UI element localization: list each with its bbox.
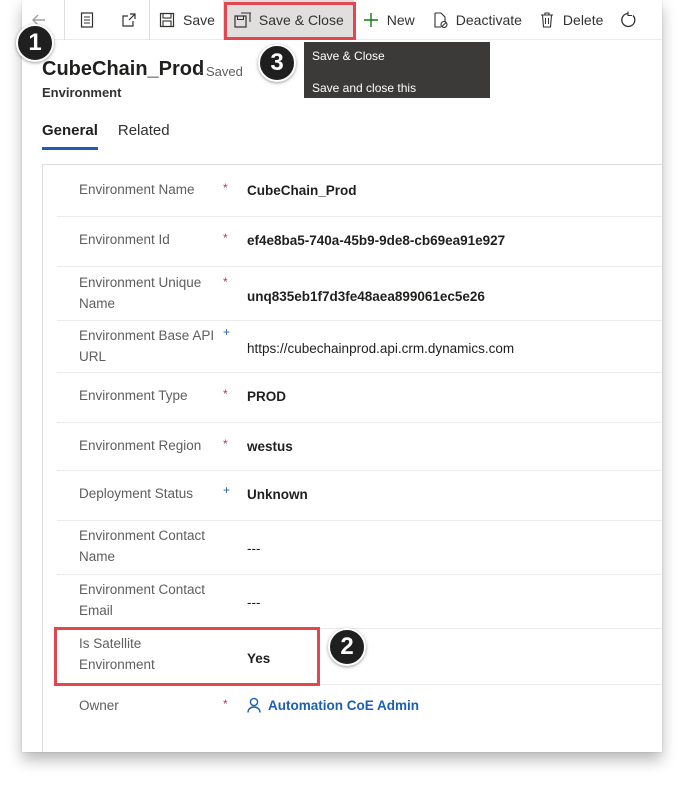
field-environment-type: Environment Type * PROD [57, 373, 662, 423]
tooltip-title: Save & Close [312, 49, 385, 63]
field-owner: Owner * Automation CoE Admin [57, 685, 662, 733]
open-new-window-button[interactable] [109, 0, 149, 40]
field-label: Environment Base API URL [79, 328, 215, 364]
satellite-field-highlight [54, 627, 320, 686]
callout-2: 2 [328, 628, 366, 666]
field-value[interactable]: CubeChain_Prod [247, 183, 357, 198]
field-value[interactable]: Unknown [247, 487, 308, 502]
callout-3: 3 [258, 44, 296, 82]
field-value[interactable]: ef4e8ba5-740a-45b9-9de8-cb69ea91e927 [247, 233, 505, 248]
save-close-tooltip: Save & Close Save and close this Environ… [304, 42, 490, 111]
tooltip-description: Save and close this Environment. [312, 81, 417, 111]
owner-name: Automation CoE Admin [268, 697, 419, 713]
field-environment-unique-name: Environment Unique Name * unq835eb1f7d3f… [57, 267, 662, 321]
field-value[interactable]: westus [247, 439, 293, 454]
form-view-button[interactable] [65, 0, 109, 40]
field-label: Environment Id [79, 232, 170, 247]
field-environment-id: Environment Id * ef4e8ba5-740a-45b9-9de8… [57, 217, 662, 267]
required-marker: * [223, 437, 228, 451]
deactivate-button[interactable]: Deactivate [423, 0, 530, 40]
required-marker: * [223, 697, 228, 711]
field-label: Environment Contact Email [79, 582, 206, 618]
record-window: Save Save & Close New Deactivate Delete [22, 0, 662, 752]
field-value[interactable]: unq835eb1f7d3fe48aea899061ec5e26 [247, 289, 485, 304]
record-title: CubeChain_Prod [42, 58, 205, 80]
save-icon [158, 11, 176, 29]
refresh-button[interactable] [611, 0, 645, 40]
delete-button[interactable]: Delete [530, 0, 611, 40]
required-marker: * [223, 181, 228, 195]
field-label: Environment Name [79, 182, 195, 197]
tab-general[interactable]: General [42, 122, 98, 150]
field-label: Environment Unique Name [79, 275, 202, 311]
saved-status: - Saved [198, 64, 243, 79]
save-label: Save [183, 11, 215, 28]
recommended-marker: + [223, 325, 231, 339]
refresh-icon [619, 11, 637, 29]
deactivate-label: Deactivate [455, 11, 522, 28]
field-value[interactable]: https://cubechainprod.api.crm.dynamics.c… [247, 341, 514, 356]
form-icon [78, 11, 96, 29]
field-environment-base-api-url: Environment Base API URL + https://cubec… [57, 321, 662, 373]
delete-label: Delete [562, 11, 604, 28]
tab-bar: General Related [42, 122, 190, 150]
person-icon [247, 697, 261, 713]
trash-icon [538, 11, 556, 29]
required-marker: * [223, 231, 228, 245]
plus-icon [362, 11, 380, 29]
field-value[interactable]: --- [247, 595, 261, 610]
field-label: Environment Region [79, 438, 202, 453]
field-label: Deployment Status [79, 486, 194, 501]
field-label: Environment Type [79, 388, 188, 403]
field-value[interactable]: PROD [247, 389, 286, 404]
new-label: New [386, 11, 415, 28]
field-environment-name: Environment Name * CubeChain_Prod [57, 165, 662, 217]
field-environment-region: Environment Region * westus [57, 423, 662, 471]
save-button[interactable]: Save [150, 0, 223, 40]
field-deployment-status: Deployment Status + Unknown [57, 471, 662, 521]
tab-related[interactable]: Related [118, 122, 170, 150]
callout-1: 1 [16, 24, 54, 62]
owner-lookup-link[interactable]: Automation CoE Admin [247, 697, 419, 713]
field-label: Environment Contact Name [79, 528, 206, 564]
new-button[interactable]: New [354, 0, 423, 40]
field-environment-contact-name: Environment Contact Name --- [57, 521, 662, 575]
deactivate-icon [431, 11, 449, 29]
field-environment-contact-email: Environment Contact Email --- [57, 575, 662, 629]
save-close-highlight [224, 2, 356, 40]
pop-out-icon [120, 11, 138, 29]
required-marker: * [223, 275, 228, 289]
field-value[interactable]: --- [247, 541, 261, 556]
entity-name: Environment [42, 85, 122, 100]
field-label: Owner [79, 698, 119, 713]
required-marker: * [223, 387, 228, 401]
recommended-marker: + [223, 483, 231, 497]
